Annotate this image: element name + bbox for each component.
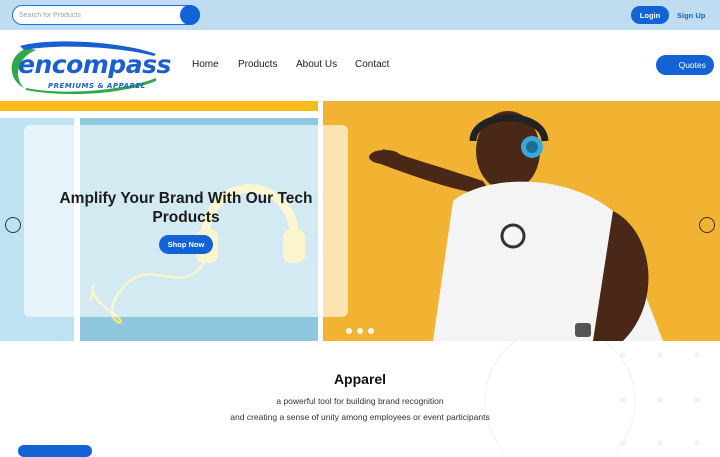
top-utility-bar: Login Sign Up (0, 0, 720, 30)
model-illustration (369, 111, 663, 341)
nav-products[interactable]: Products (238, 59, 277, 73)
section-description-line-1: a powerful tool for building brand recog… (276, 396, 444, 406)
apparel-section: Apparel a powerful tool for building bra… (0, 341, 720, 457)
logo-wordmark: encompass (18, 50, 171, 79)
quotes-label: Quotes (678, 60, 706, 70)
nav-contact[interactable]: Contact (355, 59, 389, 73)
signup-link[interactable]: Sign Up (677, 6, 705, 24)
carousel-dot[interactable] (368, 328, 374, 334)
quotes-button[interactable]: Quotes (656, 55, 714, 75)
arrow-right-icon[interactable] (699, 217, 715, 233)
nav-about-us[interactable]: About Us (296, 59, 337, 73)
section-action-button[interactable] (18, 445, 92, 457)
site-logo[interactable]: encompass PREMIUMS & APPAREL (6, 38, 171, 96)
carousel-dot[interactable] (346, 328, 352, 334)
logo-tagline: PREMIUMS & APPAREL (48, 82, 146, 90)
carousel-indicators (346, 328, 374, 334)
login-button[interactable]: Login (631, 6, 669, 24)
shop-now-button[interactable]: Shop Now (159, 235, 213, 254)
search-box[interactable] (12, 5, 200, 25)
arrow-left-icon[interactable] (5, 217, 21, 233)
section-title: Apparel (333, 371, 387, 387)
search-icon[interactable] (180, 5, 200, 25)
section-description-line-2: and creating a sense of unity among empl… (230, 412, 490, 422)
search-input[interactable] (19, 8, 179, 22)
nav-home[interactable]: Home (192, 59, 219, 73)
carousel-dot[interactable] (357, 328, 363, 334)
hero-title: Amplify Your Brand With Our Tech Product… (59, 190, 313, 226)
hero-image-model (323, 101, 720, 341)
hero-carousel: Amplify Your Brand With Our Tech Product… (0, 101, 720, 341)
